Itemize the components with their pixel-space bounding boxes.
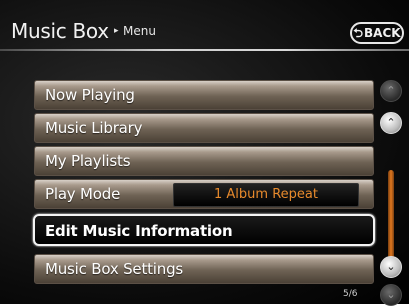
page-title: Music Box	[11, 19, 109, 43]
menu-item-label: Play Mode	[45, 185, 121, 203]
breadcrumb-arrow-icon: ▸	[114, 26, 119, 36]
scroll-up-button[interactable]: ⌃	[380, 112, 402, 134]
scroll-controls: ⌃ ⌃ ⌄ ⌄	[376, 56, 409, 306]
back-arrow-icon: ⮌	[353, 26, 364, 40]
menu-item-now-playing[interactable]: Now Playing	[34, 80, 374, 110]
scroll-down-dim-icon: ⌄	[380, 284, 402, 306]
menu-item-label: Now Playing	[45, 86, 135, 104]
scroll-down-button[interactable]: ⌄	[380, 256, 402, 278]
menu-item-label: Music Box Settings	[45, 260, 184, 278]
menu-item-label: Music Library	[45, 119, 143, 137]
music-box-screen: Music Box ▸ Menu ⮌BACK Now Playing Music…	[0, 0, 409, 306]
play-mode-value: 1 Album Repeat	[173, 183, 359, 207]
menu-item-my-playlists[interactable]: My Playlists	[34, 146, 374, 176]
back-button[interactable]: ⮌BACK	[350, 22, 404, 44]
menu-item-play-mode[interactable]: Play Mode 1 Album Repeat	[34, 179, 374, 209]
chevron-down-icon: ⌄	[386, 260, 396, 273]
header-divider	[0, 49, 409, 51]
scroll-up-dim-icon: ⌃	[380, 80, 402, 102]
menu-item-edit-music-information[interactable]: Edit Music Information	[33, 214, 375, 246]
breadcrumb: Menu	[123, 24, 156, 38]
menu-item-label: Edit Music Information	[45, 222, 233, 240]
menu-item-music-box-settings[interactable]: Music Box Settings	[34, 254, 374, 284]
menu-item-music-library[interactable]: Music Library	[34, 113, 374, 143]
chevron-up-icon: ⌃	[386, 116, 396, 129]
menu-item-label: My Playlists	[45, 152, 131, 170]
page-indicator: 5/6	[343, 289, 358, 299]
back-button-label: BACK	[364, 26, 401, 40]
